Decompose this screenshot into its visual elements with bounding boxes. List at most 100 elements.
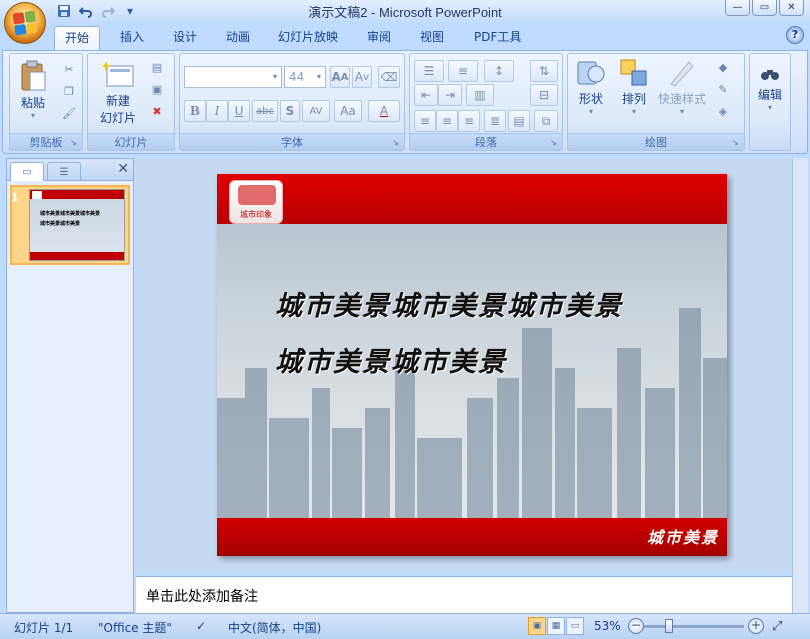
restore-button[interactable]: ▭ xyxy=(752,0,777,16)
tab-home[interactable]: 开始 xyxy=(54,26,101,50)
font-size-dropdown-icon: ▾ xyxy=(316,72,321,81)
italic-button[interactable]: I xyxy=(206,100,228,122)
align-center-icon[interactable]: ≡ xyxy=(436,110,458,132)
slide-footer-text[interactable]: 城市美景 xyxy=(647,524,719,548)
quick-styles-label: 快速样式 xyxy=(657,92,706,106)
editing-label: 编辑 xyxy=(757,88,782,102)
font-color-button[interactable]: A xyxy=(368,100,400,122)
slide-title-line-1[interactable]: 城市美景城市美景城市美景 xyxy=(275,284,623,323)
format-painter-icon[interactable]: 🖌 xyxy=(60,104,78,122)
align-text-icon[interactable]: ⊟ xyxy=(530,84,558,106)
bold-button[interactable]: B xyxy=(184,100,206,122)
slide-thumbnail-number: 1 xyxy=(11,191,19,204)
font-size-combobox[interactable]: 44 ▾ xyxy=(284,66,326,88)
reset-icon[interactable]: ▣ xyxy=(148,80,166,98)
tab-slideshow[interactable]: 幻灯片放映 xyxy=(268,26,348,50)
editing-group: 编辑 ▾ xyxy=(749,53,791,151)
zoom-slider[interactable] xyxy=(644,625,744,628)
tab-view[interactable]: 视图 xyxy=(410,26,454,50)
align-right-icon[interactable]: ≡ xyxy=(458,110,480,132)
paragraph-group: ☰ ≡ ↕ ⇅ ⇤ ⇥ ▥ ⊟ ≡ ≡ ≡ ≣ ▤ ⧉ 段落 ↘ xyxy=(409,53,563,151)
slideshow-view-icon[interactable]: ▭ xyxy=(566,617,584,635)
strikethrough-button[interactable]: abc xyxy=(252,100,278,122)
clipboard-launcher-icon[interactable]: ↘ xyxy=(70,138,80,148)
clear-format-icon[interactable]: ⌫ xyxy=(378,66,400,88)
align-left-icon[interactable]: ≡ xyxy=(414,110,436,132)
arrange-button[interactable]: 排列 ▾ xyxy=(614,58,654,116)
spell-check-icon[interactable]: ✓ xyxy=(196,619,206,633)
shapes-dropdown-icon: ▾ xyxy=(588,107,593,116)
character-spacing-button[interactable]: AV xyxy=(302,100,330,122)
decrease-indent-icon[interactable]: ⇤ xyxy=(414,84,438,106)
close-panel-icon[interactable]: ✕ xyxy=(117,161,129,177)
thumb-red-top xyxy=(30,190,124,199)
font-name-combobox[interactable]: ▾ xyxy=(184,66,282,88)
shape-effects-icon[interactable]: ◈ xyxy=(714,102,732,120)
vertical-scrollbar[interactable] xyxy=(792,158,808,613)
arrange-dropdown-icon: ▾ xyxy=(631,107,636,116)
increase-indent-icon[interactable]: ⇥ xyxy=(438,84,462,106)
new-slide-button[interactable]: 新建 幻灯片 xyxy=(92,60,144,126)
shrink-font-icon[interactable]: Av xyxy=(352,66,372,88)
normal-view-icon[interactable]: ▣ xyxy=(528,617,546,635)
shadow-button[interactable]: S xyxy=(280,100,300,122)
paragraph-launcher-icon[interactable]: ↘ xyxy=(550,138,560,148)
numbering-icon[interactable]: ≡ xyxy=(448,60,478,82)
editing-button[interactable]: 编辑 ▾ xyxy=(750,64,790,112)
drawing-group: 形状 ▾ 排列 ▾ 快速样式 ▾ ◆ ✎ ◈ 绘图 ↘ xyxy=(567,53,745,151)
quick-styles-button[interactable]: 快速样式 ▾ xyxy=(656,58,708,116)
cut-icon[interactable]: ✂ xyxy=(60,60,78,78)
zoom-in-icon[interactable]: + xyxy=(748,618,764,634)
close-button[interactable]: ✕ xyxy=(779,0,804,16)
layout-icon[interactable]: ▤ xyxy=(148,58,166,76)
new-slide-label-1: 新建 xyxy=(105,94,130,108)
zoom-level[interactable]: 53% xyxy=(594,619,621,633)
line-spacing-icon[interactable]: ↕ xyxy=(484,60,514,82)
tab-animations[interactable]: 动画 xyxy=(216,26,260,50)
text-direction-icon[interactable]: ⇅ xyxy=(530,60,558,82)
minimize-button[interactable]: — xyxy=(725,0,750,16)
shape-outline-icon[interactable]: ✎ xyxy=(714,80,732,98)
tab-design[interactable]: 设计 xyxy=(163,26,207,50)
outline-tab-icon[interactable]: ☰ xyxy=(47,162,81,181)
window-controls: — ▭ ✕ xyxy=(725,0,804,16)
shapes-button[interactable]: 形状 ▾ xyxy=(572,58,610,116)
justify-icon[interactable]: ≣ xyxy=(484,110,506,132)
paste-button[interactable]: 粘贴 ▾ xyxy=(16,60,50,120)
clipboard-group: 粘贴 ▾ ✂ ❐ 🖌 剪贴板 ↘ xyxy=(9,53,83,151)
change-case-button[interactable]: Aa xyxy=(334,100,362,122)
bullets-icon[interactable]: ☰ xyxy=(414,60,444,82)
slide-thumbnail[interactable]: 城市美景城市美景城市美景 城市美景城市美景 xyxy=(29,189,125,261)
slide-title-line-2[interactable]: 城市美景城市美景 xyxy=(275,340,507,379)
language[interactable]: 中文(简体，中国) xyxy=(228,619,321,636)
underline-button[interactable]: U xyxy=(228,100,250,122)
zoom-out-icon[interactable]: − xyxy=(628,618,644,634)
delete-slide-icon[interactable]: ✖ xyxy=(148,102,166,120)
thumb-line-2: 城市美景城市美景 xyxy=(40,221,81,227)
slides-tab-icon[interactable]: ▭ xyxy=(10,162,44,181)
notes-pane[interactable]: 单击此处添加备注 xyxy=(136,576,792,613)
zoom-slider-thumb[interactable] xyxy=(665,619,673,633)
drawing-launcher-icon[interactable]: ↘ xyxy=(732,138,742,148)
fit-to-window-icon[interactable]: ⤢ xyxy=(772,619,782,634)
office-button[interactable] xyxy=(4,2,46,44)
font-launcher-icon[interactable]: ↘ xyxy=(392,138,402,148)
font-size-value: 44 xyxy=(289,70,305,84)
window-title: 演示文稿2 - Microsoft PowerPoint xyxy=(308,5,502,20)
new-slide-icon xyxy=(101,60,135,90)
tab-review[interactable]: 审阅 xyxy=(357,26,401,50)
distributed-icon[interactable]: ▤ xyxy=(508,110,530,132)
columns-icon[interactable]: ▥ xyxy=(466,84,494,106)
slide-sorter-icon[interactable]: ▦ xyxy=(547,617,565,635)
tab-insert[interactable]: 插入 xyxy=(110,26,154,50)
view-buttons: ▣ ▦ ▭ xyxy=(528,617,584,635)
slide-canvas[interactable]: 城市印象 城市美景城市美景城市美景 城市美景城市美景 城市美景 xyxy=(217,174,727,556)
editing-dropdown-icon: ▾ xyxy=(767,103,772,112)
shape-fill-icon[interactable]: ◆ xyxy=(714,58,732,76)
help-icon[interactable]: ? xyxy=(786,26,804,44)
tab-pdf-tools[interactable]: PDF工具 xyxy=(464,26,531,50)
copy-icon[interactable]: ❐ xyxy=(60,82,78,100)
smartart-icon[interactable]: ⧉ xyxy=(534,110,558,132)
grow-font-icon[interactable]: AA xyxy=(330,66,350,88)
paste-icon xyxy=(19,60,47,92)
